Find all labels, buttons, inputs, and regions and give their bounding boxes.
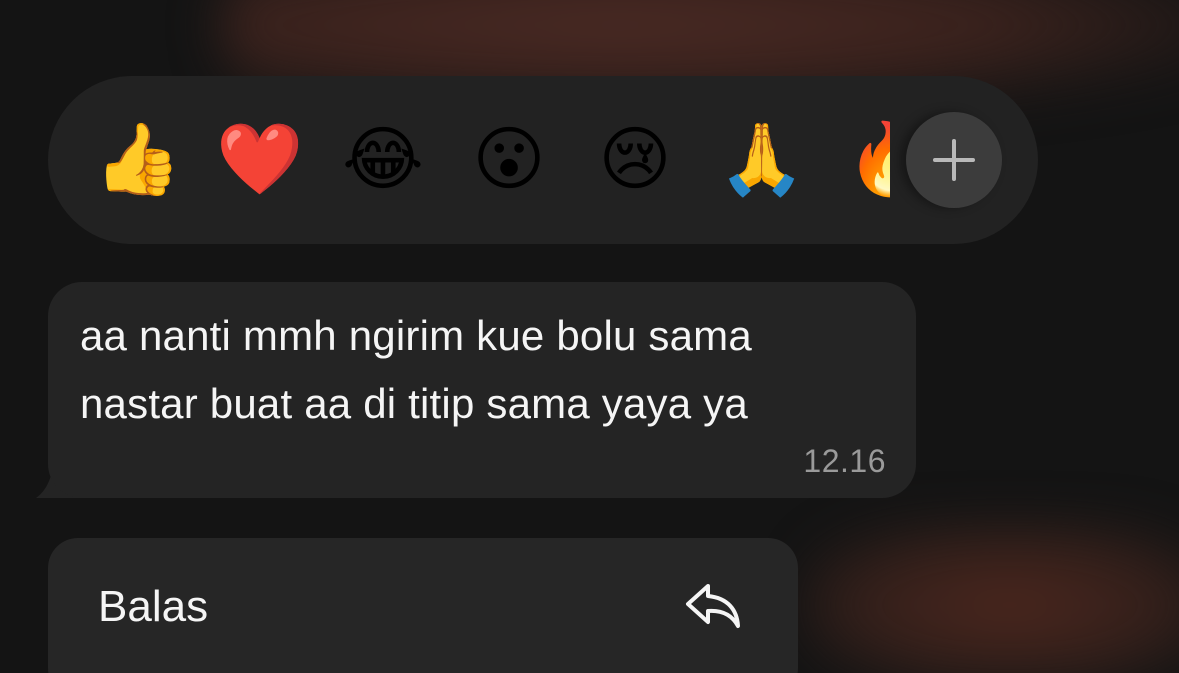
message-timestamp: 12.16 <box>803 443 886 479</box>
context-menu: Balas <box>48 538 798 673</box>
reaction-fire[interactable]: 🔥 <box>846 116 890 202</box>
message-line: aa nanti mmh ngirim kue bolu sama <box>80 312 752 359</box>
reaction-picker: 👍 ❤️ 😂 😮 😢 🙏 🔥 <box>48 76 1038 244</box>
reaction-folded-hands[interactable]: 🙏 <box>718 116 805 202</box>
plus-icon <box>933 139 975 181</box>
reaction-thumbs-up[interactable]: 👍 <box>94 116 181 202</box>
more-reactions-button[interactable] <box>906 112 1002 208</box>
reply-arrow-icon <box>686 584 740 628</box>
blurred-background <box>800 520 1179 673</box>
message-line: nastar buat aa di titip sama yaya ya <box>80 380 748 427</box>
message-text: aa nanti mmh ngirim kue bolu sama nastar… <box>80 302 910 438</box>
message-bubble[interactable]: aa nanti mmh ngirim kue bolu sama nastar… <box>48 282 916 498</box>
reaction-tears-of-joy[interactable]: 😂 <box>340 116 426 202</box>
reply-menu-item[interactable]: Balas <box>48 538 798 672</box>
reaction-surprised[interactable]: 😮 <box>466 116 552 202</box>
reply-label: Balas <box>98 582 209 631</box>
chat-screen: 👍 ❤️ 😂 😮 😢 🙏 🔥 aa nanti mmh ngirim kue b… <box>0 0 1179 673</box>
reaction-red-heart[interactable]: ❤️ <box>216 116 303 202</box>
reaction-crying[interactable]: 😢 <box>592 116 678 202</box>
